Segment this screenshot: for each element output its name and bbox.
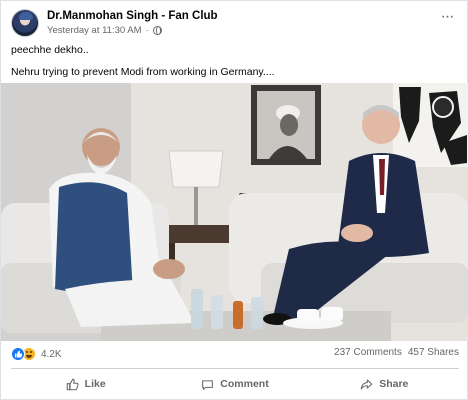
page-name-link[interactable]: Dr.Manmohan Singh - Fan Club bbox=[47, 10, 218, 22]
comment-bubble-icon bbox=[202, 379, 214, 390]
shares-count[interactable]: 457 Shares bbox=[408, 347, 459, 358]
photo-illustration bbox=[1, 83, 468, 341]
more-options-icon[interactable]: ··· bbox=[437, 9, 457, 29]
post-text-line-1: peechhe dekho.. bbox=[11, 44, 89, 56]
comment-button[interactable]: Comment bbox=[160, 371, 309, 397]
post-meta: Yesterday at 11:30 AM · bbox=[47, 25, 162, 36]
share-button[interactable]: Share bbox=[310, 371, 459, 397]
like-reaction-icon bbox=[11, 347, 25, 361]
page-avatar[interactable] bbox=[11, 9, 39, 37]
like-label: Like bbox=[84, 378, 106, 390]
post-text: peechhe dekho.. Nehru trying to prevent … bbox=[11, 43, 459, 87]
like-button[interactable]: Like bbox=[11, 371, 160, 397]
post-photo[interactable] bbox=[1, 83, 468, 341]
share-label: Share bbox=[379, 378, 409, 390]
share-arrow-icon bbox=[360, 379, 373, 389]
post-timestamp[interactable]: Yesterday at 11:30 AM bbox=[47, 25, 142, 36]
engagement-counts: 4.2K 237 Comments 457 Shares bbox=[11, 347, 459, 363]
post-actions-bar: Like Comment Share bbox=[11, 371, 459, 397]
comment-label: Comment bbox=[220, 378, 269, 390]
thumbs-up-icon bbox=[66, 378, 79, 390]
comment-share-counts: 237 Comments 457 Shares bbox=[334, 347, 459, 358]
reactions-summary[interactable]: 4.2K bbox=[11, 347, 62, 361]
actions-divider bbox=[11, 368, 459, 369]
post-header: Dr.Manmohan Singh - Fan Club Yesterday a… bbox=[11, 9, 459, 41]
globe-icon bbox=[152, 26, 162, 35]
post-text-line-2: Nehru trying to prevent Modi from workin… bbox=[11, 66, 275, 78]
reaction-count: 4.2K bbox=[41, 348, 62, 360]
facebook-post-card: Dr.Manmohan Singh - Fan Club Yesterday a… bbox=[0, 0, 468, 400]
comments-count[interactable]: 237 Comments bbox=[334, 347, 402, 358]
meta-separator: · bbox=[145, 25, 149, 36]
